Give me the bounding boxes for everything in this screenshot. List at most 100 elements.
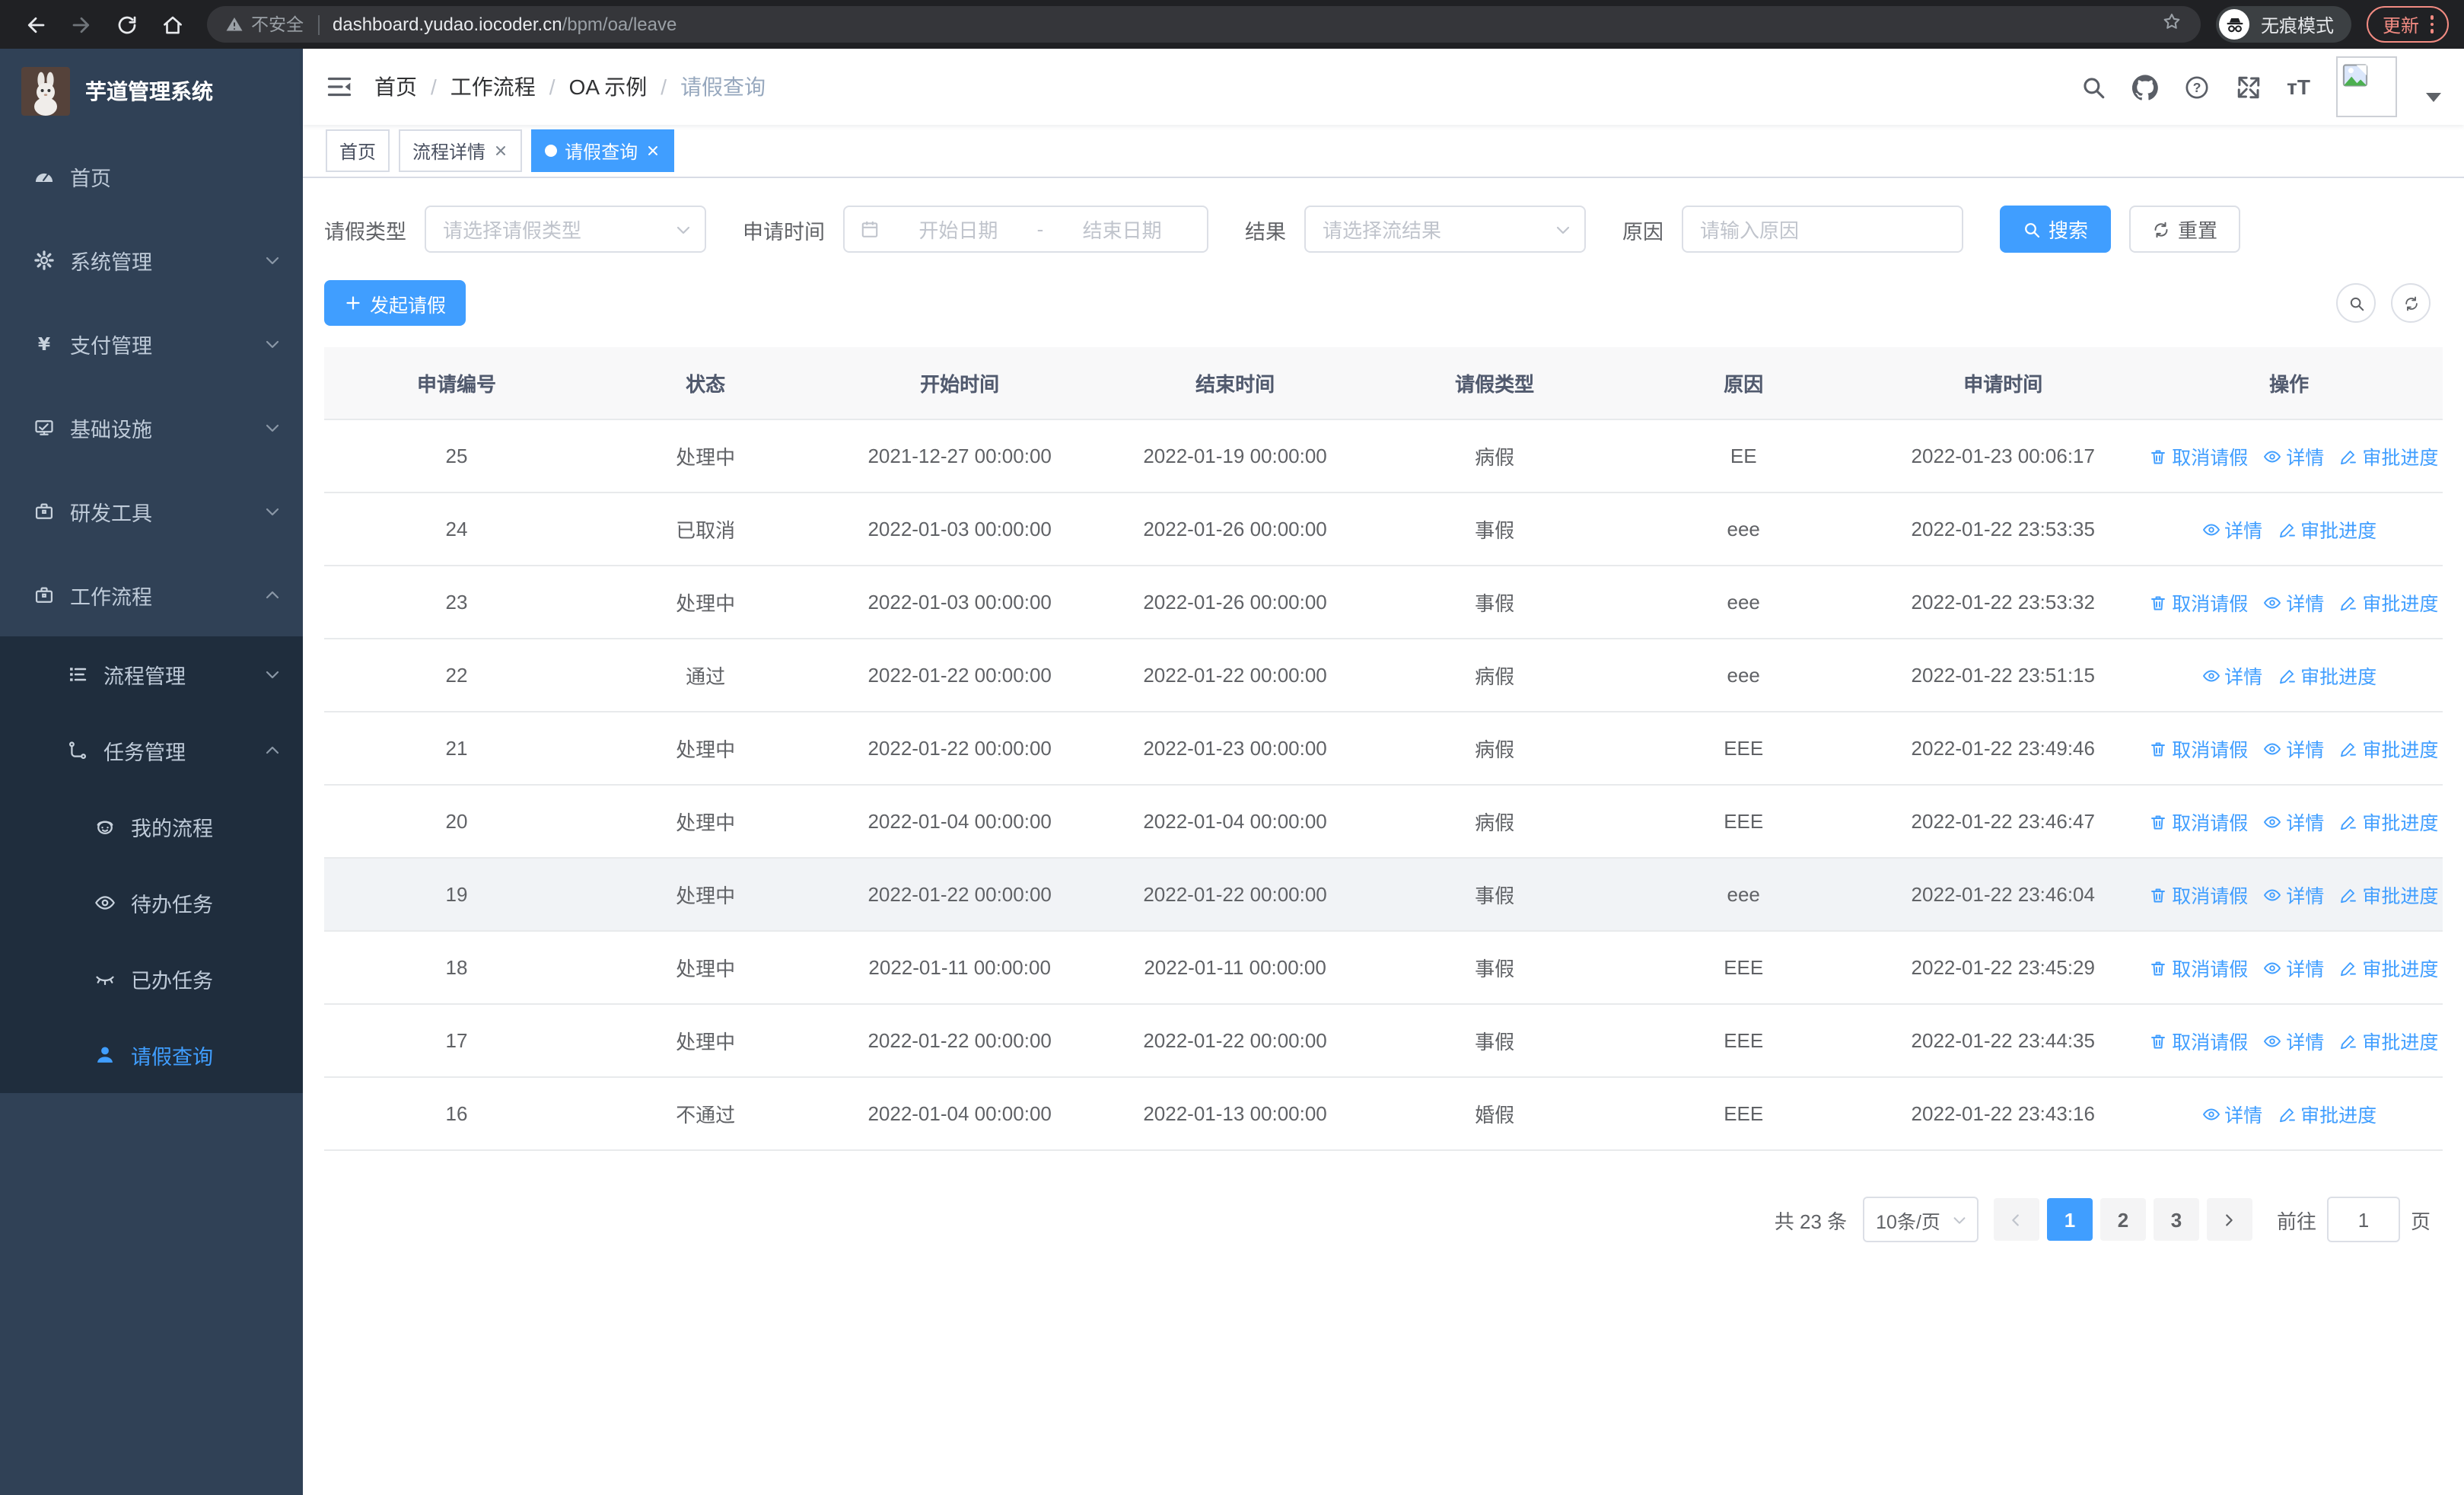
- close-icon[interactable]: [493, 143, 508, 158]
- action-cancel-link[interactable]: 取消请假: [2149, 880, 2248, 909]
- sidebar-item-payment[interactable]: 支付管理: [0, 301, 303, 385]
- fullscreen-icon[interactable]: [2235, 74, 2261, 100]
- action-detail-link[interactable]: 详情: [2263, 1026, 2324, 1055]
- bookmark-star-icon[interactable]: [2162, 10, 2183, 39]
- action-cancel-link[interactable]: 取消请假: [2149, 1026, 2248, 1055]
- broken-image-icon: [2341, 61, 2370, 90]
- breadcrumb-separator: /: [661, 75, 667, 99]
- page-button-3[interactable]: 3: [2153, 1198, 2199, 1241]
- action-cancel-link[interactable]: 取消请假: [2149, 734, 2248, 763]
- address-bar[interactable]: 不安全 dashboard.yudao.iocoder.cn /bpm/oa/l…: [207, 6, 2201, 43]
- result-select[interactable]: 请选择流结果: [1304, 206, 1586, 253]
- sidebar-item-done-tasks[interactable]: 已办任务: [0, 941, 303, 1017]
- tag-process-detail[interactable]: 流程详情: [399, 129, 523, 172]
- sidebar-item-leave-query[interactable]: 请假查询: [0, 1017, 303, 1093]
- filter-reason: 原因 请输入原因: [1622, 206, 1963, 253]
- sidebar-item-system[interactable]: 系统管理: [0, 218, 303, 301]
- font-size-icon[interactable]: ᴛT: [2287, 75, 2310, 99]
- action-progress-link[interactable]: 审批进度: [2278, 1099, 2376, 1128]
- table-tools: [2336, 283, 2431, 323]
- action-detail-link[interactable]: 详情: [2263, 953, 2324, 982]
- tag-leave-query[interactable]: 请假查询: [531, 129, 675, 172]
- action-detail-link[interactable]: 详情: [2201, 661, 2262, 690]
- sidebar-item-infrastructure[interactable]: 基础设施: [0, 385, 303, 469]
- create-leave-button[interactable]: 发起请假: [324, 280, 466, 326]
- page-button-2[interactable]: 2: [2099, 1198, 2146, 1241]
- action-progress-link[interactable]: 审批进度: [2339, 807, 2438, 836]
- browser-home-button[interactable]: [152, 5, 192, 44]
- action-detail-link[interactable]: 详情: [2201, 515, 2262, 543]
- leave-type-select[interactable]: 请选择请假类型: [425, 206, 706, 253]
- action-progress-link[interactable]: 审批进度: [2339, 880, 2438, 909]
- prev-page-button[interactable]: [1993, 1198, 2039, 1241]
- browser-menu-icon[interactable]: [2430, 15, 2434, 33]
- action-progress-link[interactable]: 审批进度: [2339, 588, 2438, 617]
- avatar[interactable]: [2336, 56, 2397, 117]
- tag-home[interactable]: 首页: [326, 129, 390, 172]
- toolbar-refresh-button[interactable]: [2391, 283, 2431, 323]
- table-header-row: 申请编号 状态 开始时间 结束时间 请假类型 原因 申请时间 操作: [324, 347, 2443, 420]
- toolbar-search-toggle-button[interactable]: [2336, 283, 2376, 323]
- action-progress-link[interactable]: 审批进度: [2278, 515, 2376, 543]
- help-icon[interactable]: [2183, 74, 2209, 100]
- action-detail-link[interactable]: 详情: [2201, 1099, 2262, 1128]
- search-button[interactable]: 搜索: [2000, 206, 2112, 253]
- apply-time-label: 申请时间: [743, 220, 825, 243]
- browser-forward-button[interactable]: [61, 5, 100, 44]
- table-row: 19 处理中 2022-01-22 00:00:00 2022-01-22 00:00…: [324, 858, 2443, 932]
- next-page-button[interactable]: [2206, 1198, 2252, 1241]
- cell-id: 17: [324, 1004, 589, 1078]
- caret-down-icon[interactable]: [2426, 93, 2441, 102]
- action-progress-link[interactable]: 审批进度: [2339, 1026, 2438, 1055]
- action-detail-link[interactable]: 详情: [2263, 441, 2324, 470]
- browser-update-button[interactable]: 更新: [2367, 6, 2449, 43]
- github-icon[interactable]: [2131, 74, 2157, 100]
- reason-input[interactable]: 请输入原因: [1682, 206, 1963, 253]
- sidebar-fold-icon[interactable]: [326, 73, 353, 100]
- sidebar-item-workflow[interactable]: 工作流程: [0, 553, 303, 636]
- breadcrumb-oa-example[interactable]: OA 示例: [569, 72, 648, 102]
- action-cancel-link[interactable]: 取消请假: [2149, 807, 2248, 836]
- action-progress-link[interactable]: 审批进度: [2339, 953, 2438, 982]
- breadcrumb-workflow[interactable]: 工作流程: [450, 72, 536, 102]
- action-progress-link[interactable]: 审批进度: [2339, 441, 2438, 470]
- cell-actions: 详情 审批进度: [2135, 492, 2443, 566]
- chevron-down-icon: [263, 334, 282, 352]
- action-progress-link[interactable]: 审批进度: [2339, 734, 2438, 763]
- filter-leave-type: 请假类型 请选择请假类型: [324, 206, 706, 253]
- app-logo[interactable]: 芋道管理系统: [0, 49, 303, 134]
- close-icon[interactable]: [645, 143, 661, 158]
- page-button-1[interactable]: 1: [2046, 1198, 2093, 1241]
- search-icon[interactable]: [2080, 74, 2106, 100]
- action-progress-link[interactable]: 审批进度: [2278, 661, 2376, 690]
- sidebar-item-dev-tools[interactable]: 研发工具: [0, 469, 303, 553]
- sidebar-item-home[interactable]: 首页: [0, 134, 303, 218]
- action-cancel-link[interactable]: 取消请假: [2149, 588, 2248, 617]
- tree-list-icon: [67, 664, 88, 685]
- sidebar-item-task-management[interactable]: 任务管理: [0, 712, 303, 789]
- reset-button[interactable]: 重置: [2129, 206, 2241, 253]
- leave-type-label: 请假类型: [324, 220, 406, 243]
- action-detail-link[interactable]: 详情: [2263, 807, 2324, 836]
- sidebar-item-label: 研发工具: [70, 502, 152, 524]
- cell-end: 2022-01-26 00:00:00: [1097, 492, 1374, 566]
- action-detail-link[interactable]: 详情: [2263, 880, 2324, 909]
- action-cancel-link[interactable]: 取消请假: [2149, 441, 2248, 470]
- browser-reload-button[interactable]: [107, 5, 146, 44]
- breadcrumb-home[interactable]: 首页: [374, 72, 417, 102]
- cell-applied: 2022-01-22 23:44:35: [1870, 1004, 2136, 1078]
- goto-page-input[interactable]: [2326, 1197, 2400, 1242]
- sidebar-item-my-process[interactable]: 我的流程: [0, 789, 303, 865]
- action-detail-link[interactable]: 详情: [2263, 588, 2324, 617]
- cancel-icon: [2149, 812, 2167, 830]
- sidebar-item-process-management[interactable]: 流程管理: [0, 636, 303, 712]
- pagination: 共 23 条 10条/页 1 2 3 前往 1 页: [324, 1197, 2443, 1242]
- date-range-picker[interactable]: 开始日期 - 结束日期: [843, 206, 1208, 253]
- action-detail-link[interactable]: 详情: [2263, 734, 2324, 763]
- browser-back-button[interactable]: [15, 5, 55, 44]
- page-size-select[interactable]: 10条/页: [1862, 1197, 1979, 1242]
- sidebar-item-todo-tasks[interactable]: 待办任务: [0, 865, 303, 941]
- toolbox-icon: [33, 500, 55, 521]
- security-status[interactable]: 不安全: [225, 12, 304, 37]
- action-cancel-link[interactable]: 取消请假: [2149, 953, 2248, 982]
